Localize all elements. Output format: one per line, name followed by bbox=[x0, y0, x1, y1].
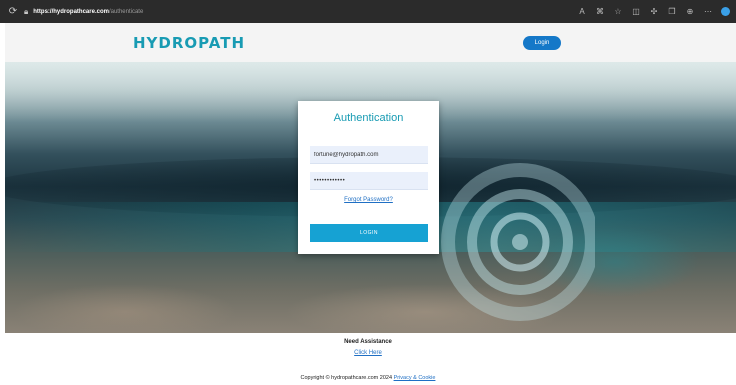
password-input[interactable] bbox=[310, 172, 428, 190]
ripple-rings-decoration bbox=[441, 163, 595, 321]
header-login-button[interactable]: Login bbox=[523, 36, 561, 50]
site-logo[interactable]: HYDROPATH bbox=[133, 34, 245, 52]
address-bar[interactable]: 🔒︎ https://hydropathcare.com/authenticat… bbox=[24, 4, 143, 19]
login-button[interactable]: LOGIN bbox=[310, 224, 428, 242]
extensions-icon[interactable]: ✣ bbox=[649, 7, 659, 16]
authentication-title: Authentication bbox=[333, 112, 404, 124]
url-path: /authenticate bbox=[108, 8, 144, 15]
refresh-icon[interactable]: ⟳ bbox=[6, 6, 20, 17]
browser-toolbar: ⟳ 🔒︎ https://hydropathcare.com/authentic… bbox=[0, 0, 736, 23]
more-icon[interactable]: ⋯ bbox=[703, 7, 713, 16]
need-assistance-label: Need Assistance bbox=[344, 339, 392, 345]
copyright-footer: Copyright © hydropathcare.com 2024 Priva… bbox=[0, 375, 736, 381]
read-aloud-icon[interactable]: A bbox=[577, 7, 587, 16]
lock-icon[interactable]: 🔒︎ bbox=[24, 7, 28, 17]
email-input[interactable] bbox=[310, 146, 428, 164]
copyright-text: Copyright © hydropathcare.com 2024 bbox=[300, 375, 393, 381]
browser-tools: A ⌘ ☆ ◫ ✣ ❒ ⊕ ⋯ bbox=[577, 7, 730, 16]
profile-icon[interactable] bbox=[721, 7, 730, 16]
site-header: HYDROPATH Login bbox=[5, 23, 736, 62]
sync-icon[interactable]: ⊕ bbox=[685, 7, 695, 16]
split-screen-icon[interactable]: ◫ bbox=[631, 7, 641, 16]
privacy-cookie-link[interactable]: Privacy & Cookie bbox=[394, 375, 436, 381]
forgot-password-link[interactable]: Forgot Password? bbox=[298, 197, 439, 203]
url-text: https://hydropathcare.com/authenticate bbox=[33, 9, 143, 15]
url-host: https://hydropathcare.com bbox=[33, 8, 109, 15]
click-here-link[interactable]: Click Here bbox=[0, 350, 736, 356]
immersive-reader-icon[interactable]: ⌘ bbox=[595, 7, 605, 16]
favorite-star-icon[interactable]: ☆ bbox=[613, 7, 623, 16]
collections-icon[interactable]: ❒ bbox=[667, 7, 677, 16]
authentication-card: Authentication Forgot Password? LOGIN bbox=[298, 101, 439, 254]
